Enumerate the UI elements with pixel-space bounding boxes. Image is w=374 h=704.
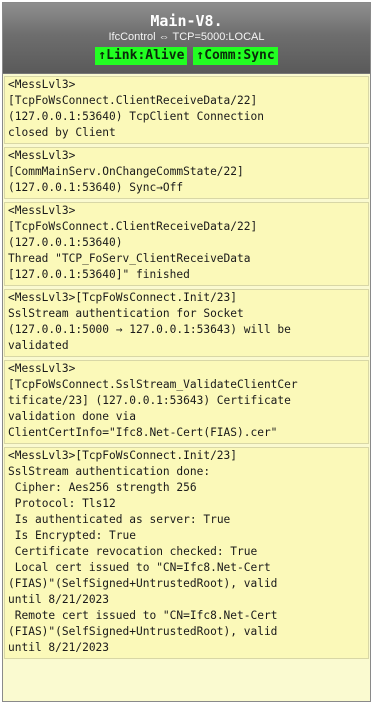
log-message: <MessLvl3> [TcpFoWsConnect.ClientReceive…: [4, 202, 369, 286]
log-window: Main-V8. IfcControl ⇔ TCP=5000:LOCAL ↑Li…: [2, 2, 371, 702]
status-badges: ↑Link:Alive ↑Comm:Sync: [3, 47, 370, 65]
comm-status-badge: ↑Comm:Sync: [193, 47, 278, 65]
log-message: <MessLvl3>[TcpFoWsConnect.Init/23] SslSt…: [4, 447, 369, 659]
log-message: <MessLvl3> [TcpFoWsConnect.ClientReceive…: [4, 76, 369, 144]
message-log-list[interactable]: <MessLvl3> [TcpFoWsConnect.ClientReceive…: [3, 74, 370, 659]
log-message: <MessLvl3>[TcpFoWsConnect.Init/23] SslSt…: [4, 289, 369, 357]
status-header: Main-V8. IfcControl ⇔ TCP=5000:LOCAL ↑Li…: [3, 3, 370, 74]
connection-subtitle: IfcControl ⇔ TCP=5000:LOCAL: [108, 31, 265, 43]
window-title: Main-V8.: [150, 12, 223, 30]
link-status-badge: ↑Link:Alive: [95, 47, 188, 65]
log-message: <MessLvl3> [TcpFoWsConnect.SslStream_Val…: [4, 360, 369, 444]
log-message: <MessLvl3> [CommMainServ.OnChangeCommSta…: [4, 147, 369, 199]
